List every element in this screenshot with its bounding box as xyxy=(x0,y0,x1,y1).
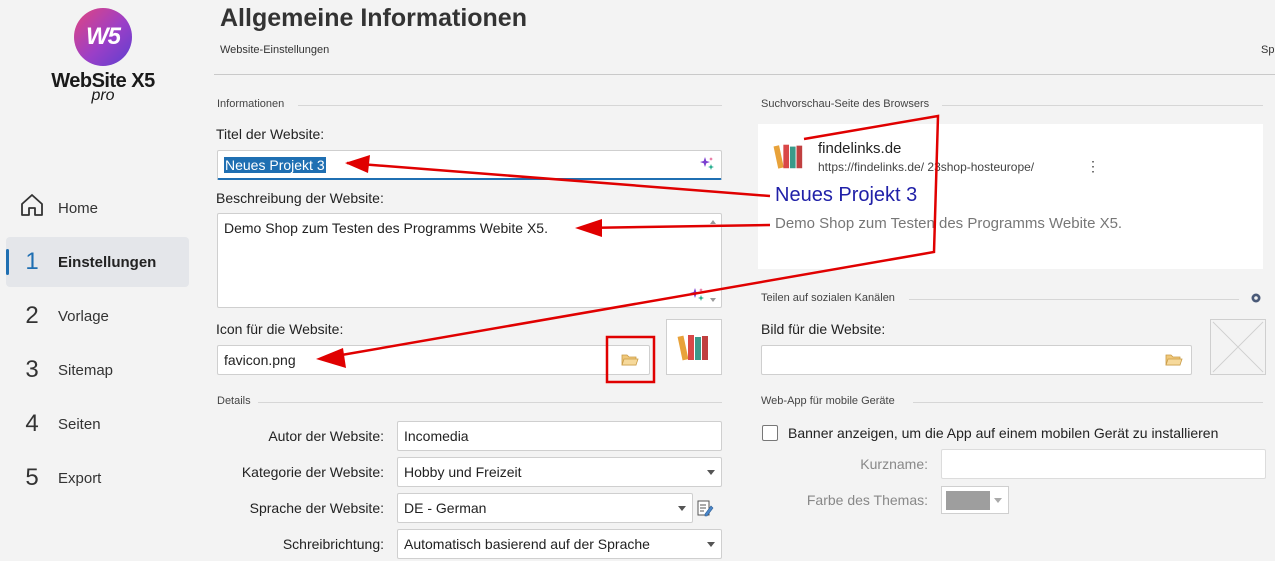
logo-mark: W5 xyxy=(74,8,132,66)
section-divider xyxy=(298,105,722,106)
website-description-textarea[interactable]: Demo Shop zum Testen des Programms Webit… xyxy=(217,213,722,308)
books-icon xyxy=(773,144,803,169)
settings-gear-icon[interactable] xyxy=(1249,291,1263,305)
step-number: 3 xyxy=(25,356,39,383)
website-title-input[interactable]: Neues Projekt 3 xyxy=(217,150,722,180)
social-image-input[interactable] xyxy=(761,345,1192,375)
chevron-down-icon xyxy=(707,470,715,475)
category-value: Hobby und Freizeit xyxy=(404,464,522,480)
edit-language-icon[interactable] xyxy=(696,499,714,517)
favicon-value: favicon.png xyxy=(224,352,296,368)
books-icon xyxy=(677,335,708,361)
section-details: Details xyxy=(217,395,251,407)
ai-sparkle-icon[interactable] xyxy=(699,156,715,172)
step-number: 2 xyxy=(25,302,39,329)
preview-description: Demo Shop zum Testen des Programms Webit… xyxy=(775,215,1123,232)
language-value: DE - German xyxy=(404,500,487,516)
preview-title: Neues Projekt 3 xyxy=(775,184,918,206)
shortname-input[interactable] xyxy=(941,449,1266,479)
section-divider xyxy=(258,402,722,403)
section-divider xyxy=(942,105,1263,106)
ai-sparkle-icon[interactable] xyxy=(689,287,705,303)
folder-open-icon[interactable] xyxy=(621,353,639,367)
page-title: Allgemeine Informationen xyxy=(220,4,527,32)
chevron-down-icon xyxy=(678,506,686,511)
banner-checkbox[interactable] xyxy=(762,425,778,441)
app-logo: W5 WebSite X5 pro xyxy=(48,8,158,118)
main-content: Allgemeine Informationen Website-Einstel… xyxy=(196,0,1275,561)
language-label: Sprache der Website: xyxy=(249,500,384,516)
theme-color-label: Farbe des Themas: xyxy=(806,492,928,508)
section-informationen: Informationen xyxy=(217,98,285,110)
favicon-input[interactable]: favicon.png xyxy=(217,345,650,375)
step-number: 1 xyxy=(25,248,39,275)
empty-image-icon xyxy=(1212,321,1264,373)
sidebar-item-home[interactable]: Home xyxy=(6,183,189,233)
step-number: 5 xyxy=(25,464,39,491)
truncated-header-label: Sp xyxy=(1261,44,1275,56)
more-vertical-icon: ⋮ xyxy=(1086,158,1100,174)
sidebar-item-label: Sitemap xyxy=(58,361,114,379)
app-window: W5 WebSite X5 pro Home 1 Einstellungen 2… xyxy=(0,0,1275,561)
category-label: Kategorie der Website: xyxy=(241,464,384,480)
section-social: Teilen auf sozialen Kanälen xyxy=(761,292,895,304)
sidebar-item-label: Home xyxy=(58,199,99,217)
sidebar-item-vorlage[interactable]: 2 Vorlage xyxy=(6,291,189,341)
sidebar-item-einstellungen[interactable]: 1 Einstellungen xyxy=(6,237,189,287)
textarea-scrollbar[interactable] xyxy=(707,216,719,306)
title-label: Titel der Website: xyxy=(216,126,325,142)
direction-value: Automatisch basierend auf der Sprache xyxy=(404,536,650,552)
sidebar-item-sitemap[interactable]: 3 Sitemap xyxy=(6,345,189,395)
direction-label: Schreibrichtung: xyxy=(282,536,384,552)
favicon-preview[interactable] xyxy=(666,319,722,375)
social-image-placeholder[interactable] xyxy=(1210,319,1266,375)
theme-color-picker[interactable] xyxy=(941,486,1009,514)
section-search-preview: Suchvorschau-Seite des Browsers xyxy=(761,98,930,110)
preview-url: https://findelinks.de/ 23shop-hosteurope… xyxy=(818,160,1035,174)
direction-select[interactable]: Automatisch basierend auf der Sprache xyxy=(397,529,722,559)
section-divider xyxy=(909,299,1239,300)
description-label: Beschreibung der Website: xyxy=(216,190,384,206)
preview-site-name: findelinks.de xyxy=(818,140,902,157)
sidebar-item-label: Export xyxy=(58,469,102,487)
shortname-label: Kurzname: xyxy=(860,456,928,472)
search-preview-card: findelinks.de https://findelinks.de/ 23s… xyxy=(758,124,1263,269)
icon-label: Icon für die Website: xyxy=(216,321,344,337)
sidebar-item-export[interactable]: 5 Export xyxy=(6,453,189,503)
author-value: Incomedia xyxy=(404,428,469,444)
header-divider xyxy=(214,74,1275,75)
theme-color-swatch xyxy=(946,491,990,510)
chevron-down-icon xyxy=(994,498,1002,503)
step-number: 4 xyxy=(25,410,39,437)
website-title-value: Neues Projekt 3 xyxy=(224,156,326,173)
chevron-down-icon xyxy=(707,542,715,547)
website-description-value: Demo Shop zum Testen des Programms Webit… xyxy=(224,220,548,236)
sidebar-item-label: Vorlage xyxy=(58,307,109,325)
sidebar: W5 WebSite X5 pro Home 1 Einstellungen 2… xyxy=(0,0,196,561)
author-label: Autor der Website: xyxy=(268,428,384,444)
banner-label: Banner anzeigen, um die App auf einem mo… xyxy=(788,425,1219,441)
sidebar-item-label: Einstellungen xyxy=(58,253,157,271)
social-image-label: Bild für die Website: xyxy=(761,321,886,337)
sidebar-item-seiten[interactable]: 4 Seiten xyxy=(6,399,189,449)
home-icon xyxy=(6,192,58,225)
section-divider xyxy=(913,402,1263,403)
folder-open-icon[interactable] xyxy=(1165,353,1183,367)
page-subtitle: Website-Einstellungen xyxy=(220,44,330,56)
language-select[interactable]: DE - German xyxy=(397,493,693,523)
category-select[interactable]: Hobby und Freizeit xyxy=(397,457,722,487)
section-webapp: Web-App für mobile Geräte xyxy=(761,395,895,407)
sidebar-item-label: Seiten xyxy=(58,415,101,433)
author-input[interactable]: Incomedia xyxy=(397,421,722,451)
